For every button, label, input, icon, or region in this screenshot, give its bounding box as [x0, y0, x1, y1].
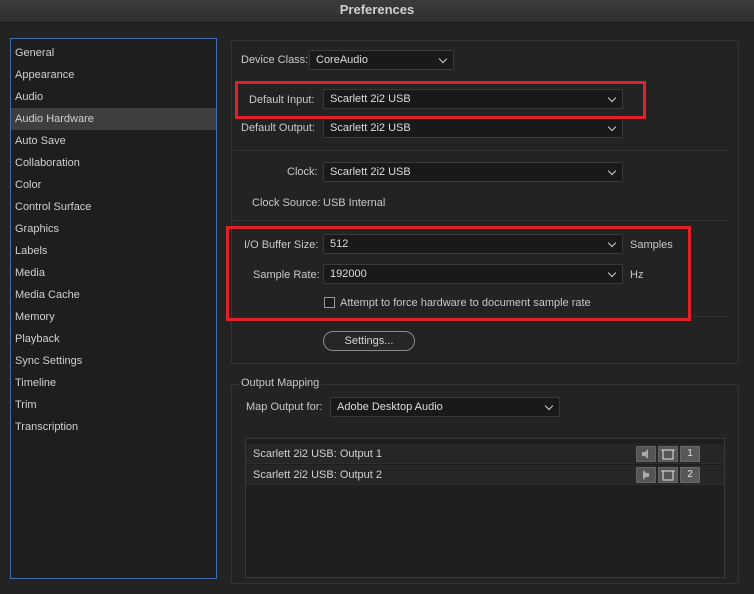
chevron-down-icon [438, 54, 448, 64]
sidebar-item-media[interactable]: Media [11, 262, 216, 284]
channel-number[interactable]: 2 [680, 467, 700, 483]
sidebar-item-collaboration[interactable]: Collaboration [11, 152, 216, 174]
map-output-dropdown[interactable]: Adobe Desktop Audio [330, 397, 560, 417]
default-output-value: Scarlett 2i2 USB [330, 122, 411, 134]
clock-source-value: USB Internal [323, 197, 386, 209]
sidebar-item-transcription[interactable]: Transcription [11, 416, 216, 438]
chevron-down-icon [607, 122, 617, 132]
speaker-left-icon[interactable] [636, 446, 656, 462]
sidebar-item-audio-hardware[interactable]: Audio Hardware [11, 108, 216, 130]
device-class-value: CoreAudio [316, 54, 368, 66]
sidebar-item-general[interactable]: General [11, 42, 216, 64]
output-row[interactable]: Scarlett 2i2 USB: Output 1 1 [246, 444, 724, 464]
map-output-value: Adobe Desktop Audio [337, 401, 443, 413]
chevron-down-icon [607, 166, 617, 176]
window-title: Preferences [0, 0, 754, 23]
sidebar-item-memory[interactable]: Memory [11, 306, 216, 328]
sidebar-item-playback[interactable]: Playback [11, 328, 216, 350]
sidebar-item-graphics[interactable]: Graphics [11, 218, 216, 240]
channel-frame-icon[interactable] [658, 446, 678, 462]
buffer-rate-highlight [226, 226, 691, 321]
output-row[interactable]: Scarlett 2i2 USB: Output 2 2 [246, 465, 724, 485]
preferences-sidebar: General Appearance Audio Audio Hardware … [10, 38, 217, 579]
default-output-dropdown[interactable]: Scarlett 2i2 USB [323, 118, 623, 138]
default-output-label: Default Output: [241, 122, 315, 134]
settings-button[interactable]: Settings... [323, 331, 415, 351]
clock-value: Scarlett 2i2 USB [330, 166, 411, 178]
sidebar-item-auto-save[interactable]: Auto Save [11, 130, 216, 152]
sidebar-item-color[interactable]: Color [11, 174, 216, 196]
map-output-label: Map Output for: [246, 401, 323, 413]
clock-label: Clock: [287, 166, 318, 178]
sidebar-item-labels[interactable]: Labels [11, 240, 216, 262]
device-class-label: Device Class: [241, 54, 309, 66]
output-name: Scarlett 2i2 USB: Output 1 [253, 448, 383, 460]
sidebar-item-media-cache[interactable]: Media Cache [11, 284, 216, 306]
sidebar-item-audio[interactable]: Audio [11, 86, 216, 108]
chevron-down-icon [544, 401, 554, 411]
sidebar-item-sync-settings[interactable]: Sync Settings [11, 350, 216, 372]
section-divider [233, 150, 728, 151]
output-list: Scarlett 2i2 USB: Output 1 1 Scarlett 2i… [245, 438, 725, 578]
output-name: Scarlett 2i2 USB: Output 2 [253, 469, 383, 481]
output-mapping-title: Output Mapping [239, 377, 322, 389]
channel-number[interactable]: 1 [680, 446, 700, 462]
clock-dropdown[interactable]: Scarlett 2i2 USB [323, 162, 623, 182]
sidebar-item-control-surface[interactable]: Control Surface [11, 196, 216, 218]
sidebar-item-trim[interactable]: Trim [11, 394, 216, 416]
clock-source-label: Clock Source: [252, 197, 321, 209]
section-divider [688, 316, 728, 317]
device-class-dropdown[interactable]: CoreAudio [309, 50, 454, 70]
speaker-right-icon[interactable] [636, 467, 656, 483]
sidebar-item-timeline[interactable]: Timeline [11, 372, 216, 394]
channel-frame-icon[interactable] [658, 467, 678, 483]
sidebar-item-appearance[interactable]: Appearance [11, 64, 216, 86]
section-divider [233, 220, 728, 221]
default-input-highlight [235, 81, 646, 119]
